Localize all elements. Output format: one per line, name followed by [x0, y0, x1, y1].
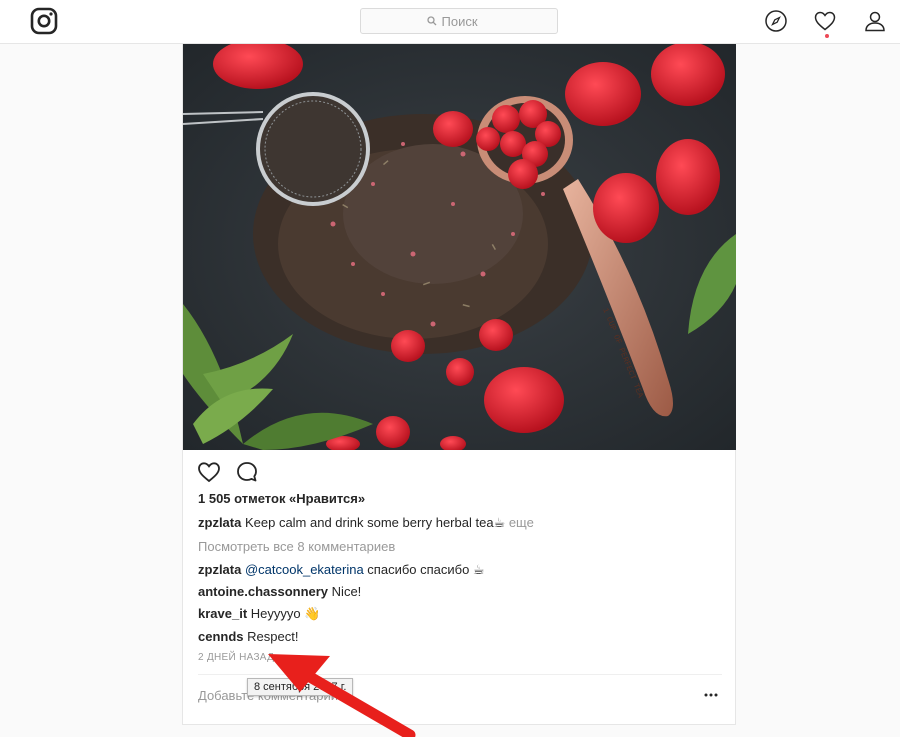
post-caption: zpzlata Keep calm and drink some berry h… — [198, 515, 534, 531]
comment-username[interactable]: cennds — [198, 629, 244, 644]
timestamp-tooltip: 8 сентября 2017 г. — [247, 678, 354, 696]
instagram-logo-icon[interactable] — [30, 7, 58, 35]
like-heart-icon[interactable] — [197, 460, 221, 484]
comment-username[interactable]: zpzlata — [198, 562, 241, 577]
comment-username[interactable]: krave_it — [198, 606, 247, 621]
post-photo[interactable]: 1 CUP OF PERFECT TEA — [183, 44, 736, 450]
comment-item: zpzlata @catcook_ekaterina спасибо спаси… — [198, 562, 485, 578]
caption-username[interactable]: zpzlata — [198, 515, 241, 530]
comment-text: Heyyyyo 👋 — [250, 606, 321, 621]
comment-text: Respect! — [247, 629, 299, 644]
post-actions — [197, 460, 259, 486]
likes-count[interactable]: 1 505 отметок «Нравится» — [198, 491, 365, 506]
explore-compass-icon[interactable] — [764, 9, 788, 33]
search-input[interactable] — [441, 13, 492, 29]
top-navigation-bar — [0, 0, 900, 44]
comment-mention[interactable]: @catcook_ekaterina — [245, 562, 364, 577]
caption-more-link[interactable]: еще — [509, 515, 534, 530]
comment-username[interactable]: antoine.chassonnery — [198, 584, 328, 599]
comment-text: спасибо спасибо ☕ — [363, 562, 485, 577]
profile-person-icon[interactable] — [863, 9, 887, 33]
view-all-comments-link[interactable]: Посмотреть все 8 комментариев — [198, 539, 395, 554]
post-timestamp[interactable]: 2 ДНЕЙ НАЗАД — [198, 652, 274, 663]
comment-item: cennds Respect! — [198, 629, 298, 644]
caption-text: Keep calm and drink some berry herbal te… — [244, 515, 506, 530]
search-box[interactable] — [360, 8, 558, 34]
comment-divider — [198, 674, 722, 675]
tea-raspberries-photo: 1 CUP OF PERFECT TEA — [183, 44, 736, 450]
comment-item: antoine.chassonnery Nice! — [198, 584, 361, 599]
search-icon — [426, 16, 436, 26]
comment-bubble-icon[interactable] — [235, 460, 259, 484]
notification-dot — [825, 34, 829, 38]
comment-text: Nice! — [331, 584, 362, 599]
post-card: 1 CUP OF PERFECT TEA 1 505 отметок «Нрав… — [182, 44, 736, 725]
activity-heart-icon[interactable] — [813, 9, 837, 33]
more-options-icon[interactable] — [704, 690, 718, 700]
comment-item: krave_it Heyyyyo 👋 — [198, 606, 320, 622]
